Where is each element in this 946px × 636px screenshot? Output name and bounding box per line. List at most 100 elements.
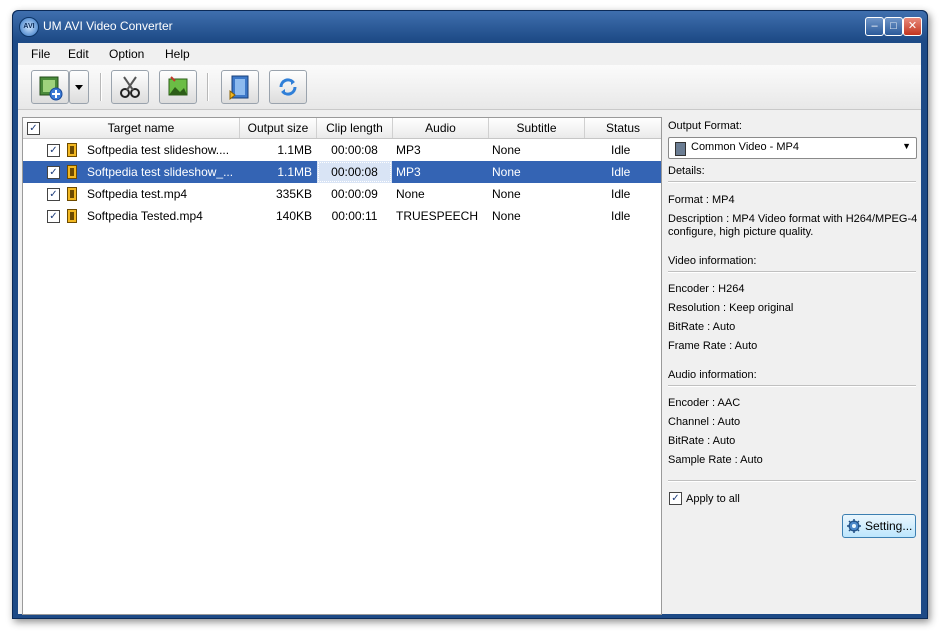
toolbar-separator [100,73,102,101]
title-bar[interactable]: AVI UM AVI Video Converter – □ ✕ [13,11,927,41]
row-target-name: Softpedia test slideshow.... [87,143,230,157]
film-icon [67,165,77,179]
scissors-icon [120,76,140,98]
trim-button[interactable] [111,70,149,104]
row-subtitle: None [492,143,521,157]
output-format-value: Common Video - MP4 [691,141,800,153]
video-encoder: Encoder : H264 [668,283,745,295]
row-status: Idle [611,187,631,201]
table-header: ✓ Target name Output size Clip length Au… [23,118,661,139]
row-target-name: Softpedia Tested.mp4 [87,209,203,223]
row-clip-length: 00:00:08 [317,161,392,183]
row-clip-length: 00:00:09 [331,187,378,201]
output-format-label: Output Format: [668,120,742,132]
app-icon: AVI [19,17,39,37]
audio-encoder: Encoder : AAC [668,397,741,409]
menu-option[interactable]: Option [109,47,144,61]
audio-info-label: Audio information: [668,369,757,381]
menu-edit[interactable]: Edit [68,47,89,61]
video-frame-rate: Frame Rate : Auto [668,340,758,352]
details-label: Details: [668,165,705,177]
convert-film-icon [229,75,249,101]
settings-button-label: Setting... [865,519,913,533]
divider [668,385,916,387]
video-info-label: Video information: [668,255,757,267]
table-row[interactable]: ✓ Softpedia test slideshow.... 1.1MB 00:… [23,139,661,161]
description-line: configure, high picture quality. [668,226,814,238]
row-status: Idle [611,165,631,179]
row-audio: MP3 [396,165,421,179]
description-line: Description : MP4 Video format with H264… [668,213,918,225]
row-status: Idle [611,209,631,223]
row-audio: TRUESPEECH [396,209,479,223]
menu-file[interactable]: File [31,47,50,61]
row-output-size: 1.1MB [277,165,312,179]
format-line: Format : MP4 [668,194,735,206]
row-checkbox[interactable]: ✓ [47,144,60,157]
video-bitrate: BitRate : Auto [668,321,736,333]
crop-button[interactable] [159,70,197,104]
format-film-icon [675,142,686,156]
row-audio: None [396,187,425,201]
video-resolution: Resolution : Keep original [668,302,794,314]
row-checkbox[interactable]: ✓ [47,166,60,179]
refresh-button[interactable] [269,70,307,104]
chevron-down-icon: ▼ [902,141,911,151]
gear-icon [847,519,861,533]
close-button[interactable]: ✕ [903,17,922,36]
app-window: AVI UM AVI Video Converter – □ ✕ File Ed… [12,10,928,619]
window-title: UM AVI Video Converter [43,19,173,33]
table-row[interactable]: ✓ Softpedia Tested.mp4 140KB 00:00:11 TR… [23,205,661,227]
convert-button[interactable] [221,70,259,104]
row-subtitle: None [492,187,521,201]
row-output-size: 335KB [275,187,312,201]
film-icon [67,143,77,157]
client-area: File Edit Option Help ✓ Target name Outp… [18,43,921,615]
divider [668,480,916,482]
toolbar-separator [207,73,209,101]
row-output-size: 1.1MB [277,143,312,157]
add-video-icon [39,76,63,101]
row-clip-length: 00:00:11 [331,209,378,223]
file-list[interactable]: ✓ Target name Output size Clip length Au… [22,117,662,615]
table-row[interactable]: ✓ Softpedia test slideshow_... 1.1MB 00:… [23,161,661,183]
row-subtitle: None [492,165,521,179]
column-status[interactable]: Status [585,118,661,138]
add-video-button[interactable] [31,70,69,104]
settings-button[interactable]: Setting... [842,514,916,538]
toolbar [18,65,921,110]
audio-bitrate: BitRate : Auto [668,435,736,447]
table-row[interactable]: ✓ Softpedia test.mp4 335KB 00:00:09 None… [23,183,661,205]
row-status: Idle [611,143,631,157]
settings-panel: Output Format: Common Video - MP4 ▼ Deta… [668,117,918,613]
audio-channel: Channel : Auto [668,416,741,428]
apply-all-checkbox[interactable]: ✓ [669,492,682,505]
row-checkbox[interactable]: ✓ [47,188,60,201]
column-subtitle[interactable]: Subtitle [489,118,585,138]
minimize-button[interactable]: – [865,17,884,36]
column-audio[interactable]: Audio [393,118,489,138]
row-subtitle: None [492,209,521,223]
row-output-size: 140KB [275,209,312,223]
menu-help[interactable]: Help [165,47,190,61]
row-checkbox[interactable]: ✓ [47,210,60,223]
row-clip-length: 00:00:08 [331,143,378,157]
row-target-name: Softpedia test slideshow_... [87,165,234,179]
crop-icon [168,76,188,96]
divider [668,271,916,273]
maximize-button[interactable]: □ [884,17,903,36]
add-video-dropdown[interactable] [69,70,89,104]
apply-all-label[interactable]: Apply to all [686,493,740,505]
column-output-size[interactable]: Output size [240,118,317,138]
row-target-name: Softpedia test.mp4 [87,187,188,201]
output-format-select[interactable]: Common Video - MP4 ▼ [668,137,917,159]
refresh-icon [279,78,297,96]
divider [668,181,916,183]
column-target-name[interactable]: Target name [43,118,240,138]
menu-bar: File Edit Option Help [18,43,921,65]
dropdown-arrow-icon [75,85,83,90]
film-icon [67,209,77,223]
column-clip-length[interactable]: Clip length [317,118,393,138]
select-all-checkbox[interactable]: ✓ [27,122,40,135]
audio-sample-rate: Sample Rate : Auto [668,454,763,466]
